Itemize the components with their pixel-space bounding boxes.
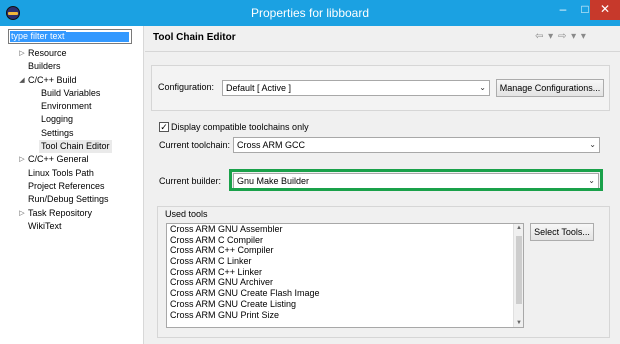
current-toolchain-select[interactable]: Cross ARM GCC ⌄ [233,137,600,153]
tree-item-run-debug-settings[interactable]: Run/Debug Settings [0,193,144,206]
tree-item-label: Builders [28,61,61,72]
filter-placeholder-text: type filter text [10,31,66,42]
list-item[interactable]: Cross ARM C++ Compiler [167,245,523,256]
chevron-down-icon: ⌄ [479,83,486,92]
list-item[interactable]: Cross ARM GNU Create Flash Image [167,288,523,299]
history-nav-icons[interactable]: ⇦ ▾ ⇨ ▾ ▾ [535,31,587,42]
list-item[interactable]: Cross ARM C++ Linker [167,267,523,278]
configuration-value: Default [ Active ] [226,83,292,93]
tree-item-label: Tool Chain Editor [39,140,112,154]
tree-item-label: Logging [41,114,74,125]
display-compatible-label: Display compatible toolchains only [171,122,309,132]
chevron-down-icon: ⌄ [589,140,596,149]
current-toolchain-label: Current toolchain: [159,140,231,150]
property-navigation: type filter text ▷ Resource Builders ◢ C… [0,26,144,344]
tree-item-logging[interactable]: Logging [0,113,144,126]
window-title: Properties for libboard [250,6,370,20]
tree-item-label: Environment [41,101,92,112]
tree-item-label: C/C++ Build [28,74,77,85]
properties-dialog: Properties for libboard – □ ✕ type filte… [0,0,620,344]
list-item[interactable]: Cross ARM C Compiler [167,235,523,246]
configuration-group: Configuration: Default [ Active ] ⌄ Mana… [151,65,610,111]
tree-item-label: Task Repository [28,207,93,218]
tree-item-environment[interactable]: Environment [0,100,144,113]
configuration-label: Configuration: [158,82,215,92]
tree-item-resource[interactable]: ▷ Resource [0,47,144,60]
select-tools-button[interactable]: Select Tools... [530,223,594,241]
used-tools-label: Used tools [164,209,209,219]
tree-item-task-repository[interactable]: ▷ Task Repository [0,207,144,220]
tree-item-label: Build Variables [41,87,101,98]
expand-arrow-icon[interactable]: ▷ [18,47,26,60]
configuration-select[interactable]: Default [ Active ] ⌄ [222,80,490,96]
tree-item-label: WikiText [28,220,62,231]
display-compatible-checkbox[interactable]: ✓ [159,122,169,132]
tree-item-tool-chain-editor[interactable]: Tool Chain Editor [0,140,144,154]
list-item[interactable]: Cross ARM GNU Assembler [167,224,523,235]
page-title: Tool Chain Editor [153,32,236,43]
list-item[interactable]: Cross ARM GNU Archiver [167,277,523,288]
tree-item-cpp-build[interactable]: ◢ C/C++ Build [0,74,144,87]
tree-item-label: Project References [28,180,105,191]
tree-item-settings[interactable]: Settings [0,127,144,140]
manage-configurations-button[interactable]: Manage Configurations... [496,79,604,97]
scroll-thumb[interactable] [516,236,522,304]
tree-item-label: Resource [28,48,67,58]
used-tools-list[interactable]: Cross ARM GNU Assembler Cross ARM C Comp… [166,223,524,328]
tree-item-project-references[interactable]: Project References [0,180,144,193]
tree-item-label: Run/Debug Settings [28,194,109,205]
tree-item-cpp-general[interactable]: ▷ C/C++ General [0,153,144,166]
current-toolchain-value: Cross ARM GCC [237,140,306,150]
property-tree: ▷ Resource Builders ◢ C/C++ Build Build … [0,47,144,233]
expand-arrow-icon[interactable]: ▷ [18,153,26,166]
property-page: Tool Chain Editor ⇦ ▾ ⇨ ▾ ▾ Configuratio… [145,26,620,344]
expand-arrow-icon[interactable]: ▷ [18,207,26,220]
scroll-down-icon[interactable]: ▼ [514,320,523,326]
tree-item-linux-tools-path[interactable]: Linux Tools Path [0,167,144,180]
current-builder-label: Current builder: [159,176,222,186]
collapse-arrow-icon[interactable]: ◢ [18,74,26,87]
header-divider [145,51,620,52]
list-item[interactable]: Cross ARM GNU Print Size [167,310,523,321]
close-button[interactable]: ✕ [590,0,620,20]
builder-highlight-frame [229,169,603,191]
tree-item-label: Settings [41,127,74,138]
tree-item-builders[interactable]: Builders [0,60,144,73]
scroll-up-icon[interactable]: ▲ [514,225,523,231]
tools-list-scrollbar[interactable]: ▲ ▼ [513,224,523,327]
tree-item-label: Linux Tools Path [28,167,94,178]
tree-item-wikitext[interactable]: WikiText [0,220,144,233]
tree-item-label: C/C++ General [28,154,89,165]
title-bar: Properties for libboard – □ ✕ [0,0,620,26]
list-item[interactable]: Cross ARM C Linker [167,256,523,267]
tree-item-build-variables[interactable]: Build Variables [0,87,144,100]
list-item[interactable]: Cross ARM GNU Create Listing [167,299,523,310]
